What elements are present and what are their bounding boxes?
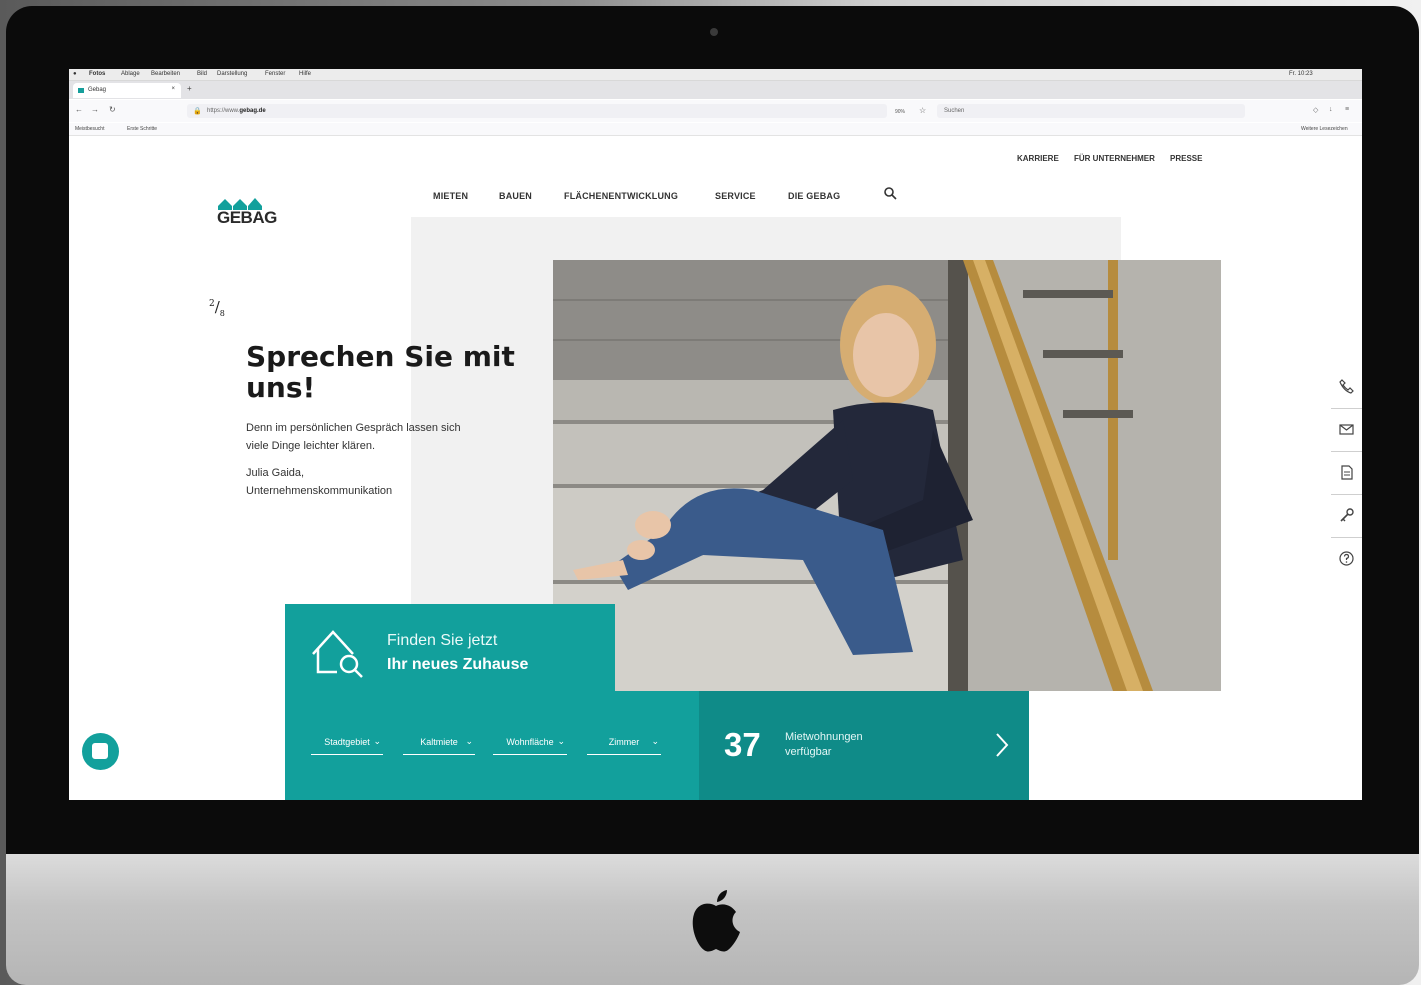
slide-total: 8 — [219, 309, 225, 318]
key-icon — [1340, 508, 1354, 522]
logo-text: GEBAG — [217, 208, 277, 227]
imac-device: ● Fotos Ablage Bearbeiten Bild Darstellu… — [6, 6, 1419, 985]
os-menu-item[interactable]: Hilfe — [299, 71, 311, 77]
nav-service[interactable]: SERVICE — [715, 191, 756, 201]
hero-photo — [553, 260, 1221, 691]
imac-chin — [6, 854, 1419, 985]
sidebar-phone[interactable] — [1331, 366, 1362, 409]
os-menu-item[interactable]: Darstellung — [217, 71, 247, 77]
hero-body: Denn im persönlichen Gespräch lassen sic… — [246, 422, 461, 452]
document-icon — [1341, 465, 1353, 480]
sidebar-mail[interactable] — [1331, 409, 1362, 452]
mail-icon — [1339, 424, 1354, 435]
count-label-line2: verfügbar — [785, 746, 832, 758]
filter-label: Kaltmiete — [420, 737, 458, 747]
author-role: Unternehmenskommunikation — [246, 485, 393, 497]
reload-icon[interactable]: ↻ — [109, 105, 116, 114]
hero-headline: Sprechen Sie mit uns! — [246, 340, 515, 404]
os-menu-item[interactable]: Bearbeiten — [151, 71, 180, 77]
bookmark-star-icon[interactable]: ☆ — [919, 106, 926, 115]
new-tab-icon[interactable]: + — [187, 84, 192, 93]
chevron-right-icon[interactable] — [995, 732, 1009, 758]
house-search-icon — [312, 630, 363, 678]
download-icon[interactable]: ↓ — [1329, 106, 1333, 113]
nav-flaechenentwicklung[interactable]: FLÄCHENENTWICKLUNG — [564, 191, 678, 201]
sidebar-key[interactable] — [1331, 495, 1362, 538]
filter-wohnflaeche[interactable]: Wohnfläche ⌄ — [493, 734, 567, 755]
finder-line1: Finden Sie jetzt — [387, 632, 498, 649]
apartments-count: 37 — [724, 726, 761, 763]
lock-icon: 🔒 — [193, 108, 202, 115]
os-clock: Fr. 10:23 — [1289, 71, 1313, 77]
url-bar[interactable]: 🔒 https://www.gebag.de — [187, 104, 887, 118]
filter-stadtgebiet[interactable]: Stadtgebiet ⌄ — [311, 734, 383, 755]
filter-label: Stadtgebiet — [324, 737, 370, 747]
filter-label: Wohnfläche — [506, 737, 554, 747]
bookmark-item[interactable]: Erste Schritte — [127, 126, 157, 132]
bookmark-item[interactable]: Meistbesucht — [75, 126, 104, 132]
chevron-down-icon: ⌄ — [465, 736, 473, 746]
forward-icon[interactable]: → — [91, 105, 99, 114]
chat-button[interactable] — [82, 733, 119, 770]
chevron-down-icon: ⌄ — [557, 736, 565, 746]
contact-sidebar — [1331, 366, 1362, 582]
os-menu-bar: ● Fotos Ablage Bearbeiten Bild Darstellu… — [69, 69, 1362, 81]
finder-line2: Ihr neues Zuhause — [387, 656, 529, 673]
help-icon — [1339, 551, 1354, 566]
tab-title: Gebag — [88, 87, 107, 93]
browser-search-field[interactable]: Suchen — [937, 104, 1245, 118]
bookmarks-bar: Meistbesucht Erste Schritte Weitere Lese… — [69, 123, 1362, 136]
os-menu-item[interactable]: Ablage — [121, 71, 140, 77]
meta-nav-presse[interactable]: PRESSE — [1170, 154, 1202, 163]
browser-toolbar: ← → ↻ 🔒 https://www.gebag.de 90% ☆ Suche… — [69, 100, 1362, 122]
screen: ● Fotos Ablage Bearbeiten Bild Darstellu… — [69, 69, 1362, 800]
count-label-line1: Mietwohnungen — [785, 731, 863, 743]
web-page: GEBAG KARRIERE FÜR UNTERNEHMER PRESSE MI… — [69, 136, 1362, 800]
filter-kaltmiete[interactable]: Kaltmiete ⌄ — [403, 734, 475, 755]
search-placeholder: Suchen — [944, 108, 965, 114]
back-icon[interactable]: ← — [75, 105, 83, 114]
author-name: Julia Gaida, — [246, 467, 305, 479]
apple-logo-icon — [692, 890, 740, 952]
slide-current: 2 — [209, 299, 215, 309]
zoom-level[interactable]: 90% — [895, 109, 905, 115]
browser-tab-bar: Gebag × + — [69, 81, 1362, 99]
filter-zimmer[interactable]: Zimmer ⌄ — [587, 734, 661, 755]
phone-icon — [1339, 379, 1354, 394]
meta-nav-unternehmer[interactable]: FÜR UNTERNEHMER — [1074, 154, 1155, 163]
nav-bauen[interactable]: BAUEN — [499, 191, 532, 201]
chat-icon — [92, 743, 108, 759]
chevron-down-icon: ⌄ — [373, 736, 381, 746]
os-menu-item[interactable]: Bild — [197, 71, 207, 77]
browser-tab[interactable]: Gebag × — [73, 83, 181, 98]
camera — [710, 28, 718, 36]
shield-icon[interactable]: ◇ — [1313, 106, 1318, 114]
sidebar-document[interactable] — [1331, 452, 1362, 495]
favicon-icon — [78, 88, 84, 93]
sidebar-help[interactable] — [1331, 538, 1362, 580]
search-icon[interactable] — [883, 186, 897, 200]
meta-nav-karriere[interactable]: KARRIERE — [1017, 154, 1059, 163]
slide-counter: 2/8 — [209, 298, 225, 318]
os-menu-item[interactable]: Fenster — [265, 71, 285, 77]
close-tab-icon[interactable]: × — [171, 86, 175, 92]
apple-menu-icon[interactable]: ● — [73, 71, 77, 77]
os-menu-item[interactable]: Fotos — [89, 71, 105, 77]
other-bookmarks[interactable]: Weitere Lesezeichen — [1301, 126, 1348, 132]
nav-mieten[interactable]: MIETEN — [433, 191, 468, 201]
nav-die-gebag[interactable]: DIE GEBAG — [788, 191, 840, 201]
menu-icon[interactable]: ≡ — [1345, 106, 1349, 113]
chevron-down-icon: ⌄ — [651, 736, 659, 746]
url-text: https://www.gebag.de — [207, 108, 266, 114]
hero-author: Julia Gaida, Unternehmenskommunikation — [246, 464, 481, 500]
filter-label: Zimmer — [608, 737, 640, 747]
